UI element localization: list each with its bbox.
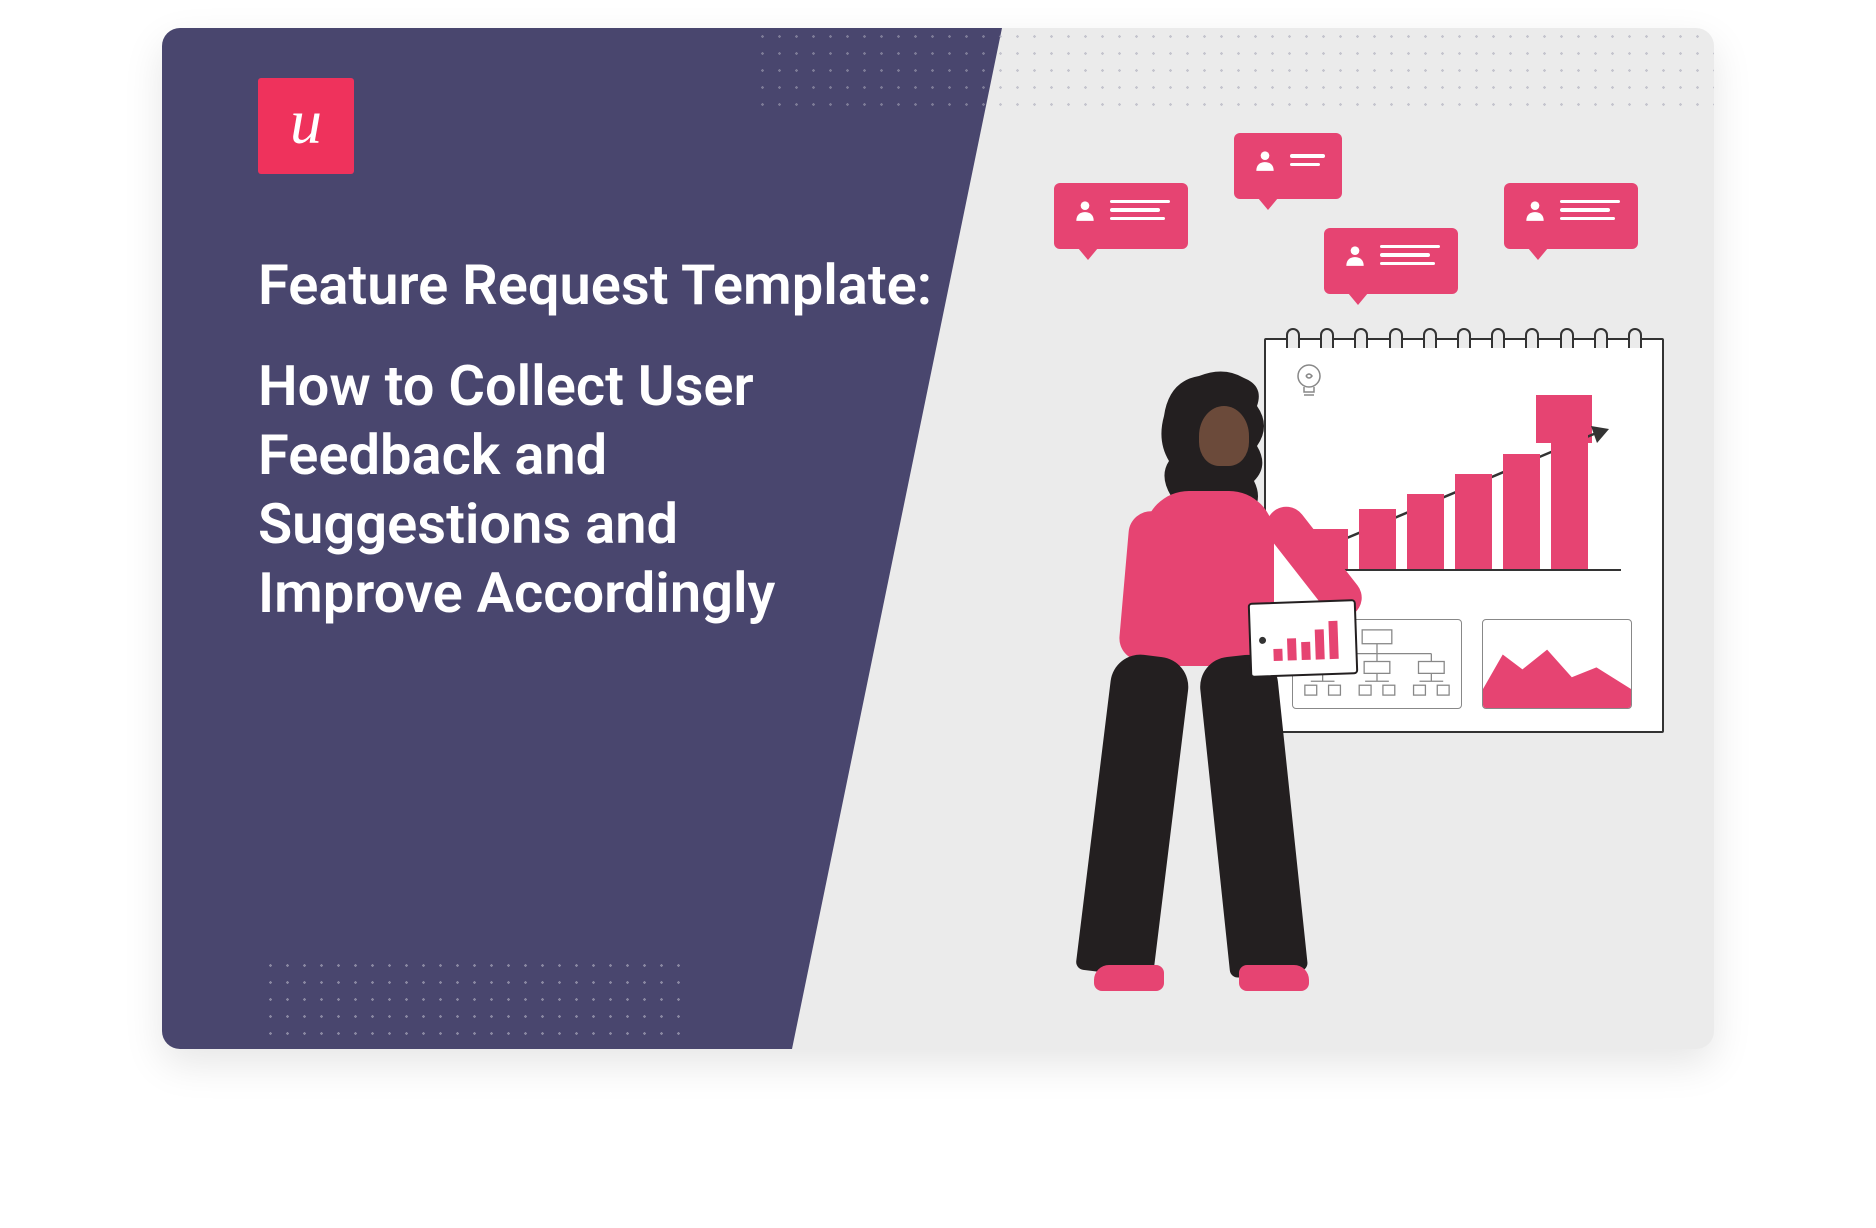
user-icon	[1522, 197, 1548, 223]
head	[1199, 406, 1249, 466]
speech-bubble-icon	[1504, 183, 1638, 249]
speech-bubble-icon	[1054, 183, 1188, 249]
headline-subtitle: How to Collect User Feedback and Suggest…	[258, 352, 848, 628]
chart-bar	[1407, 494, 1444, 569]
user-icon	[1252, 147, 1278, 173]
dot-grid-bottom	[262, 957, 682, 1049]
logo: u	[258, 78, 354, 174]
speech-bubble-icon	[1324, 228, 1458, 294]
chart-bar	[1551, 434, 1588, 569]
headline-title: Feature Request Template:	[258, 252, 932, 318]
user-icon	[1072, 197, 1098, 223]
speech-bubble-icon	[1234, 133, 1342, 199]
shoe	[1239, 965, 1309, 991]
chart-bar	[1503, 454, 1540, 569]
tablet	[1248, 599, 1359, 678]
chart-bar	[1359, 509, 1396, 569]
bar-chart	[1311, 431, 1621, 571]
illustration	[924, 28, 1714, 1049]
shoe	[1094, 965, 1164, 991]
spiral-binding	[1286, 328, 1642, 348]
area-chart-icon	[1482, 619, 1632, 709]
user-icon	[1342, 242, 1368, 268]
hero-card: u Feature Request Template: How to Colle…	[162, 28, 1714, 1049]
legs	[1109, 656, 1309, 986]
headline: Feature Request Template: How to Collect…	[258, 252, 932, 628]
person-illustration	[1079, 366, 1309, 1006]
chart-bar	[1455, 474, 1492, 569]
logo-letter: u	[290, 85, 322, 159]
